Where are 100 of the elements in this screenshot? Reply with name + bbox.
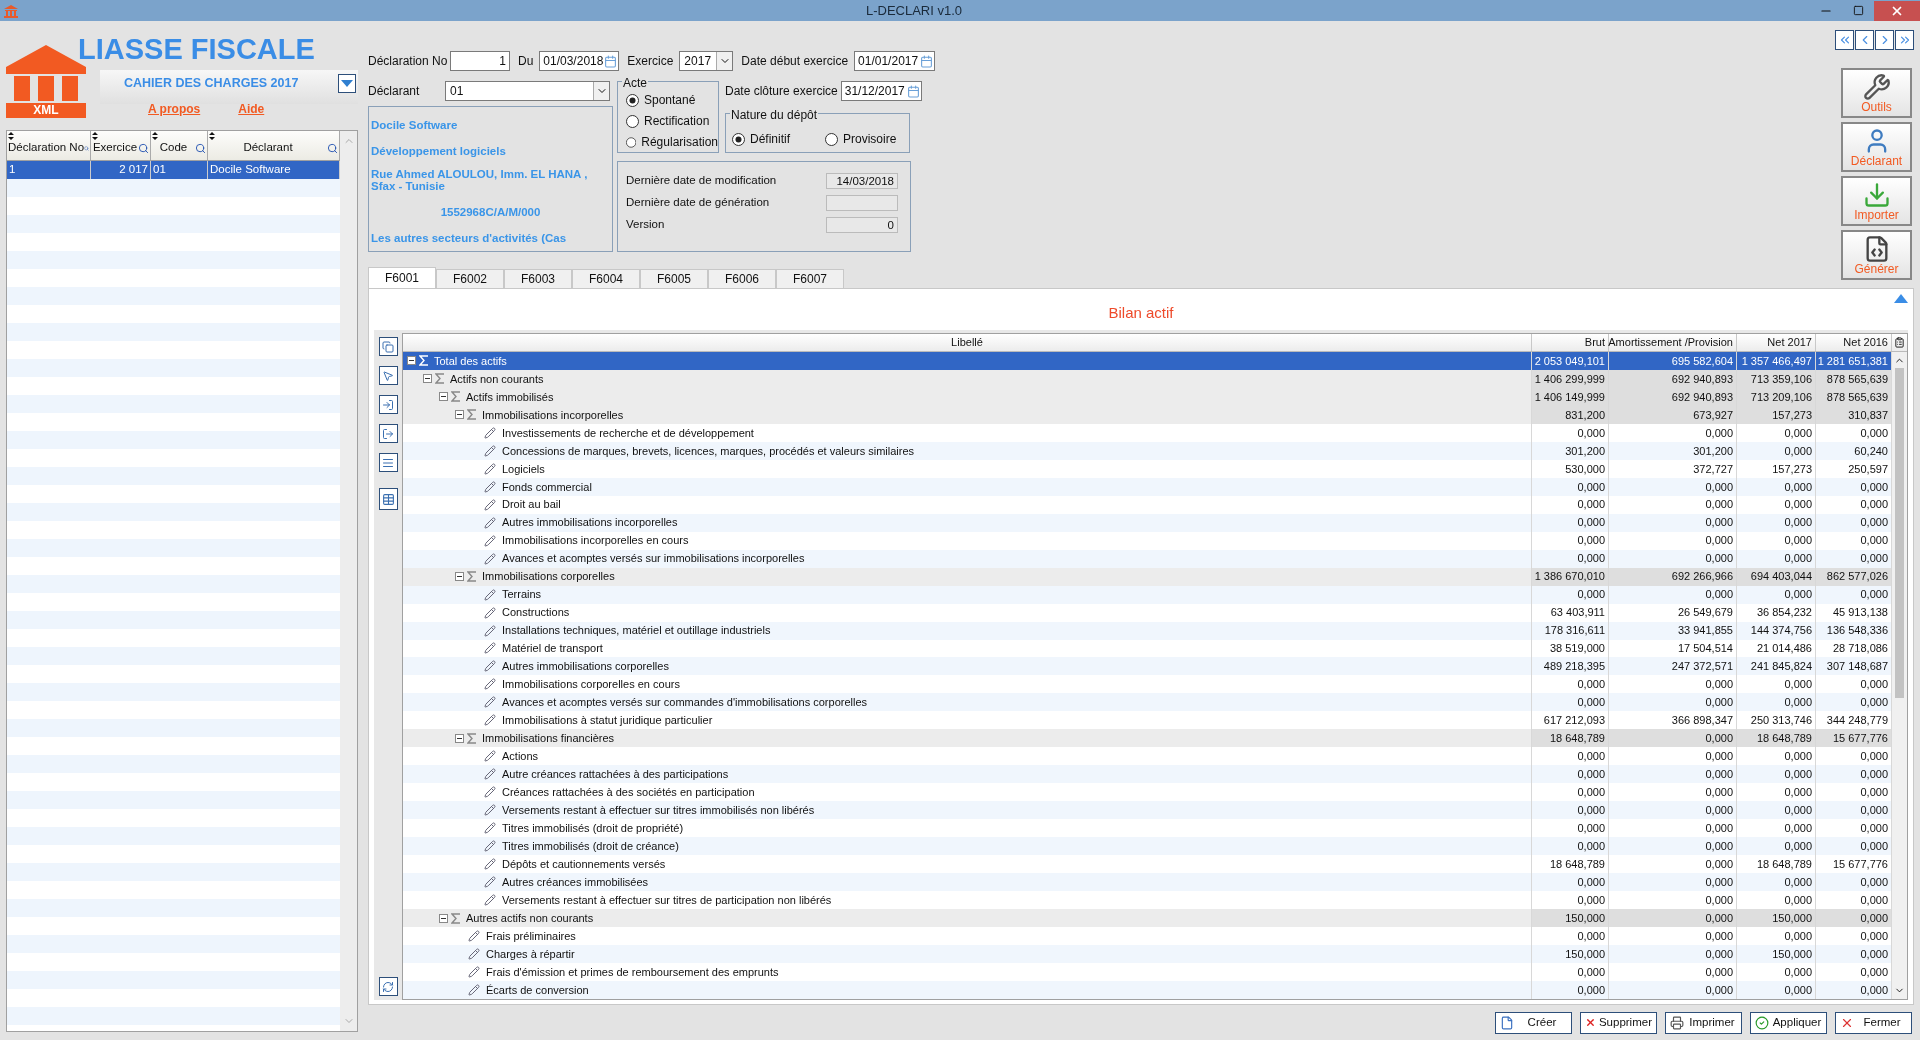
printer-icon xyxy=(1670,1015,1684,1030)
date-field[interactable]: 01/01/2017 xyxy=(854,51,936,71)
calendar-icon xyxy=(920,54,934,68)
table-cell: 0,000 xyxy=(1609,513,1737,532)
column-header[interactable]: Net 2016 xyxy=(1816,334,1892,351)
document-icon xyxy=(1500,1015,1514,1030)
nav-button[interactable] xyxy=(1895,30,1914,50)
pencil-icon xyxy=(484,714,496,727)
toolbar-button[interactable] xyxy=(378,424,398,443)
table-cell: 0,000 xyxy=(1816,909,1892,927)
column-header[interactable]: Net 2017 xyxy=(1737,334,1816,351)
collapse-toggle-icon[interactable] xyxy=(455,572,464,582)
select-field[interactable]: 01 xyxy=(445,81,610,101)
table-row[interactable]: Immobilisations financières 18 648,789 0,000 18 648,789 15 677,776 xyxy=(403,729,1892,748)
scroll-thumb[interactable] xyxy=(1895,368,1904,698)
dropdown-button[interactable] xyxy=(338,74,356,93)
nav-button[interactable] xyxy=(1855,30,1874,50)
row-label: Versements restant à effectuer sur titres immobilisés non libérés xyxy=(502,802,815,818)
declarant-info-text: Rue Ahmed ALOULOU, Imm. EL HANA , Sfax - Tunisie xyxy=(371,168,589,192)
grid-row[interactable]: 1 2 017 01 Docile Software xyxy=(7,161,340,179)
collapse-toggle-icon[interactable] xyxy=(455,410,464,420)
action-button[interactable]: Supprimer xyxy=(1580,1011,1657,1034)
table-icon xyxy=(381,492,395,506)
radio-button[interactable] xyxy=(626,135,637,149)
column-header[interactable]: Code xyxy=(151,131,208,160)
table-cell: 0,000 xyxy=(1532,585,1609,604)
pencil-icon xyxy=(484,894,496,907)
row-label: Logiciels xyxy=(502,461,545,477)
pencil-icon xyxy=(484,426,496,439)
section-title: Bilan actif xyxy=(1108,303,1174,324)
action-button[interactable]: Imprimer xyxy=(1665,1011,1742,1034)
table-row[interactable]: Titres immobilisés (droit de créance) 0,000 0,000 0,000 0,000 xyxy=(403,837,1892,856)
collapse-arrow-icon[interactable] xyxy=(1894,294,1908,303)
copy-icon xyxy=(382,340,394,353)
radio-button[interactable] xyxy=(626,114,639,128)
collapse-toggle-icon[interactable] xyxy=(439,392,448,402)
column-header[interactable]: Exercice xyxy=(91,131,151,160)
pencil-icon xyxy=(484,804,496,817)
column-header[interactable]: Amortissement /Provision xyxy=(1609,334,1737,351)
tab[interactable]: F6006 xyxy=(708,269,776,288)
table-cell: 144 374,756 xyxy=(1737,621,1816,640)
scrollbar[interactable] xyxy=(1892,352,1907,999)
toolbar-button[interactable] xyxy=(378,977,398,996)
collapse-toggle-icon[interactable] xyxy=(423,374,432,384)
table-cell: 0,000 xyxy=(1532,927,1609,945)
table-row[interactable]: Total des actifs 2 053 049,101 695 582,604 1 357 466,497 1 281 651,381 xyxy=(403,352,1892,370)
table-cell: 150,000 xyxy=(1532,944,1609,963)
tab[interactable]: F6007 xyxy=(776,269,844,288)
collapse-toggle-icon[interactable] xyxy=(439,913,448,923)
table-cell: 0,000 xyxy=(1609,585,1737,604)
action-button[interactable]: Créer xyxy=(1495,1011,1572,1034)
building-icon xyxy=(3,3,19,18)
table-cell: 15 677,776 xyxy=(1816,729,1892,748)
tab[interactable]: F6001 xyxy=(368,267,436,288)
table-cell: 0,000 xyxy=(1609,944,1737,963)
tab[interactable]: F6005 xyxy=(640,269,708,288)
date-field[interactable]: 01/03/2018 xyxy=(539,51,620,71)
table-row[interactable]: Autres créances immobilisées 0,000 0,000 0,000 0,000 xyxy=(403,873,1892,892)
table-row[interactable]: Autres actifs non courants 150,000 0,000 150,000 0,000 xyxy=(403,909,1892,927)
toolbar-button[interactable] xyxy=(378,366,398,385)
maximize-icon[interactable] xyxy=(1853,5,1864,16)
table-row[interactable]: Versements restant à effectuer sur titres immobilisés non libérés 0,000 0,000 0,000 0,000 xyxy=(403,801,1892,820)
close-button[interactable] xyxy=(1874,0,1920,21)
clipboard-icon[interactable] xyxy=(1894,337,1905,348)
column-header[interactable]: Brut xyxy=(1532,334,1609,351)
column-header[interactable]: Déclaration No xyxy=(7,131,91,160)
tab[interactable]: F6002 xyxy=(436,269,504,288)
toolbar-button[interactable] xyxy=(378,453,398,472)
row-label: Créances rattachées à des sociétés en participation xyxy=(502,785,755,800)
collapse-toggle-icon[interactable] xyxy=(455,733,464,743)
column-header[interactable]: Libellé xyxy=(403,334,1532,351)
pencil-icon xyxy=(468,947,480,960)
radio-button[interactable] xyxy=(732,132,745,146)
table-row[interactable]: Autres immobilisations corporelles 489 218,395 247 372,571 241 845,824 307 148,687 xyxy=(403,657,1892,676)
radio-button[interactable] xyxy=(626,93,639,107)
select-field[interactable]: 2017 xyxy=(679,51,734,71)
table-row[interactable]: Avances et acomptes versés sur commandes d'immobilisations corporelles 0,000 0,000 0,000 0,000 xyxy=(403,693,1892,712)
table-cell: 1 357 466,497 xyxy=(1737,352,1816,370)
pencil-icon xyxy=(484,606,496,619)
nav-button[interactable] xyxy=(1875,30,1894,50)
readonly-field: 14/03/2018 xyxy=(826,172,898,189)
pencil-icon xyxy=(484,660,496,673)
table-cell: 0,000 xyxy=(1609,495,1737,514)
row-label: Actifs non courants xyxy=(450,371,544,387)
action-button[interactable]: Appliquer xyxy=(1750,1011,1827,1034)
field-label: Date début exercice xyxy=(741,53,849,70)
nav-button[interactable] xyxy=(1835,30,1854,50)
table-row[interactable]: Autre créances rattachées à des participations 0,000 0,000 0,000 0,000 xyxy=(403,765,1892,784)
tab[interactable]: F6003 xyxy=(504,269,572,288)
toolbar-button[interactable] xyxy=(378,488,398,510)
collapse-toggle-icon[interactable] xyxy=(407,356,416,366)
radio-button[interactable] xyxy=(825,132,838,146)
radio-label: Rectification xyxy=(644,113,710,130)
action-button[interactable]: Fermer xyxy=(1835,1011,1912,1034)
tab[interactable]: F6004 xyxy=(572,269,640,288)
date-field[interactable]: 31/12/2017 xyxy=(840,81,922,101)
input-field[interactable]: 1 xyxy=(450,51,510,71)
radio-label: Provisoire xyxy=(843,131,897,148)
toolbar-button[interactable] xyxy=(378,337,398,356)
toolbar-button[interactable] xyxy=(378,395,398,414)
